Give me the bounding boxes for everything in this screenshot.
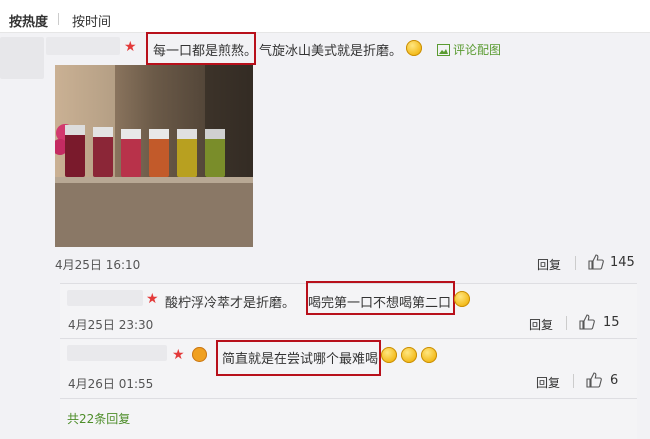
smile-emoji-icon: [406, 40, 422, 56]
divider: [60, 338, 637, 339]
smile-emoji-icon: [421, 347, 437, 363]
like-count: 6: [610, 373, 619, 388]
reply-date: 4月26日 01:55: [68, 377, 154, 391]
like-count: 15: [603, 315, 620, 330]
reply-button[interactable]: 回复: [529, 316, 553, 333]
action-separator: [575, 256, 576, 270]
reply-text-highlight: 简直就是在尝试哪个最难喝: [222, 352, 379, 367]
reply-text-highlight: 喝完第一口不想喝第二口: [308, 296, 452, 311]
smile-emoji-icon: [401, 347, 417, 363]
reply-button[interactable]: 回复: [537, 256, 561, 273]
comment-date: 4月25日 16:10: [55, 258, 141, 272]
image-icon[interactable]: [437, 41, 450, 60]
divider: [0, 32, 650, 33]
star-badge-icon: ★: [172, 347, 185, 363]
tab-sort-by-time[interactable]: 按时间: [72, 11, 111, 30]
action-separator: [566, 316, 567, 330]
comment-text-highlight: 每一口都是煎熬。: [153, 44, 258, 59]
reply-text: 酸柠浮冷萃才是折磨。: [165, 296, 296, 311]
thumb-up-icon[interactable]: [586, 372, 602, 388]
image-comment-link[interactable]: 评论配图: [453, 41, 501, 58]
username[interactable]: [67, 290, 143, 306]
thumb-up-icon[interactable]: [579, 314, 595, 330]
reply-button[interactable]: 回复: [536, 374, 560, 391]
smile-emoji-icon: [381, 347, 397, 363]
more-replies-link[interactable]: 共22条回复: [67, 410, 130, 427]
reply-date: 4月25日 23:30: [68, 318, 154, 332]
comment-image[interactable]: [55, 65, 253, 247]
divider: [60, 398, 637, 399]
action-separator: [573, 374, 574, 388]
comment-text: 气旋冰山美式就是折磨。: [259, 44, 403, 59]
username[interactable]: [46, 37, 120, 55]
gold-badge-icon: [192, 347, 207, 362]
star-badge-icon: ★: [124, 39, 137, 55]
username[interactable]: [67, 345, 167, 361]
smile-emoji-icon: [454, 291, 470, 307]
star-badge-icon: ★: [146, 291, 159, 307]
avatar[interactable]: [0, 37, 44, 79]
thumb-up-icon[interactable]: [588, 254, 604, 270]
tab-separator: [58, 13, 59, 25]
like-count: 145: [610, 255, 635, 270]
tab-sort-by-hot[interactable]: 按热度: [9, 11, 48, 30]
